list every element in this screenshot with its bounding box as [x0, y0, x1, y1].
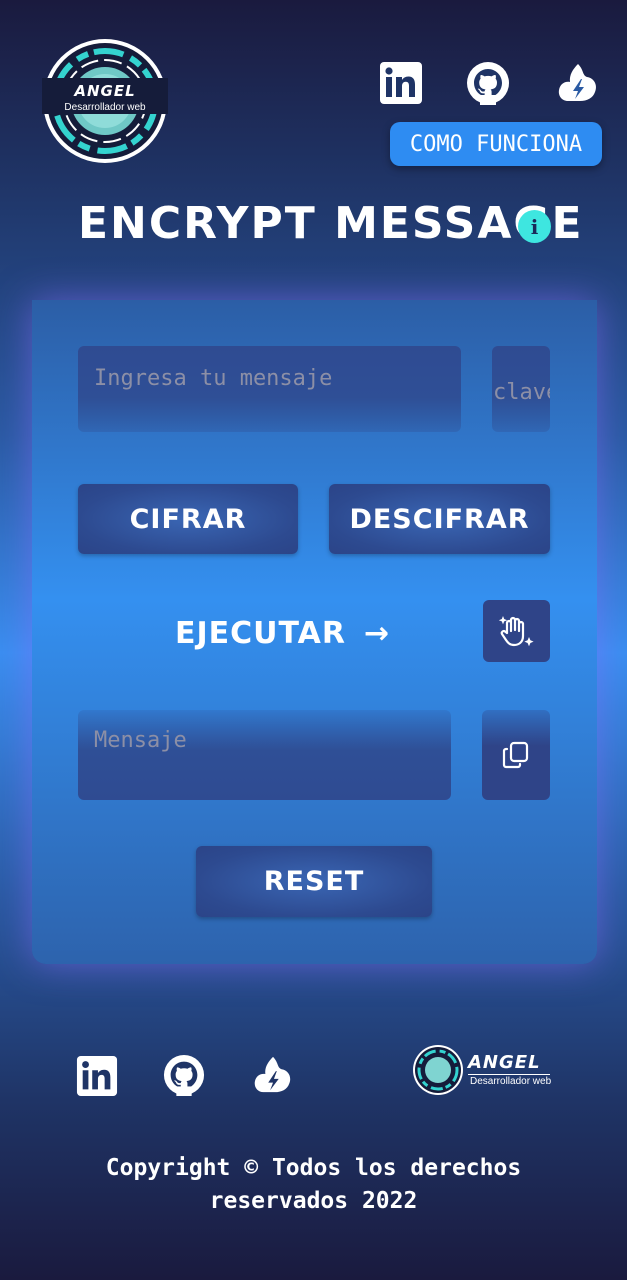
copy-button[interactable] [482, 710, 550, 800]
footer-logo-divider [468, 1074, 550, 1075]
info-icon[interactable]: i [518, 210, 551, 243]
run-label: EJECUTAR [175, 615, 346, 651]
logo-ring-icon [42, 39, 168, 163]
message-input[interactable]: Ingresa tu mensaje [78, 346, 461, 432]
footer-platzi-icon[interactable] [252, 1054, 294, 1096]
footer-brand-logo[interactable]: ANGEL Desarrollador web [412, 1044, 552, 1096]
key-input[interactable]: clave [492, 346, 550, 432]
github-icon[interactable] [466, 61, 510, 105]
copy-icon [502, 741, 529, 769]
footer-github-icon[interactable] [163, 1054, 205, 1096]
footer-logo-title: ANGEL [468, 1052, 541, 1073]
arrow-right-icon: → [363, 615, 391, 651]
copyright-text: Copyright © Todos los derechos reservado… [0, 1152, 627, 1218]
run-button[interactable]: EJECUTAR → [175, 612, 390, 654]
key-placeholder: clave [493, 380, 550, 405]
magic-button[interactable] [483, 600, 550, 662]
output-placeholder: Mensaje [94, 728, 187, 753]
footer-logo-tagline: Desarrollador web [470, 1076, 552, 1087]
how-it-works-button[interactable]: COMO FUNCIONA [390, 122, 602, 166]
logo-tagline: Desarrollador web [64, 102, 146, 113]
logo-title: ANGEL [74, 82, 136, 100]
magic-hand-icon [498, 616, 534, 647]
reset-button[interactable]: RESET [196, 846, 432, 917]
decrypt-button[interactable]: DESCIFRAR [329, 484, 550, 554]
copyright-line-1: Copyright © Todos los derechos [105, 1155, 522, 1181]
platzi-icon[interactable] [556, 61, 600, 105]
message-placeholder: Ingresa tu mensaje [94, 366, 333, 391]
brand-logo[interactable]: ANGEL Desarrollador web [40, 36, 170, 166]
page-title: ENCRYPT MESSAGE [78, 198, 584, 249]
linkedin-icon[interactable] [379, 61, 423, 105]
encrypt-button[interactable]: CIFRAR [78, 484, 298, 554]
output-field[interactable]: Mensaje [78, 710, 451, 800]
footer-logo-ring-icon [412, 1044, 464, 1096]
copyright-line-2: reservados 2022 [209, 1188, 418, 1214]
footer-linkedin-icon[interactable] [76, 1055, 118, 1097]
